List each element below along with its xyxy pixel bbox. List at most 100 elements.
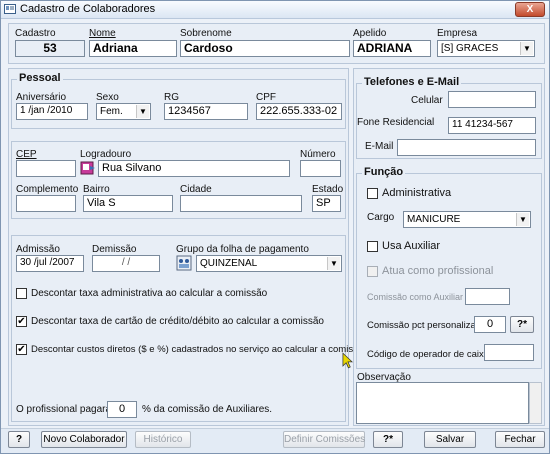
codigo-field[interactable] (484, 344, 534, 361)
nome-label-text: Nome (89, 28, 116, 39)
demissao-field[interactable]: / / (92, 255, 160, 272)
comissao-aux-label: Comissão como Auxiliar (367, 292, 464, 302)
telefones-title: Telefones e E-Mail (362, 76, 462, 88)
bairro-label: Bairro (83, 184, 110, 195)
cidade-label: Cidade (180, 184, 212, 195)
historico-button[interactable]: Histórico (135, 431, 191, 448)
chk-administrativa[interactable] (367, 188, 378, 199)
fone-label: Fone Residencial (357, 117, 435, 128)
cidade-field[interactable] (180, 195, 302, 212)
admissao-label: Admissão (16, 244, 60, 255)
chk-custos-diretos[interactable]: ✔ (16, 344, 27, 355)
help-button[interactable]: ? (8, 431, 30, 448)
cargo-value: MANICURE (407, 214, 461, 225)
estado-label: Estado (312, 184, 344, 195)
app-icon (4, 4, 16, 14)
title-bar: Cadastro de Colaboradores X (1, 1, 549, 19)
sexo-label: Sexo (96, 92, 119, 103)
comissao-help-button[interactable]: ?* (510, 316, 534, 333)
grupo-select[interactable]: QUINZENAL ▼ (196, 255, 342, 272)
chevron-down-icon[interactable]: ▼ (516, 213, 529, 226)
aniversario-label: Aniversário (16, 92, 67, 103)
celular-field[interactable] (448, 91, 536, 108)
numero-field[interactable] (300, 160, 341, 177)
telefones-group: Telefones e E-Mail Celular Fone Residenc… (356, 76, 542, 159)
comissao-pct-label: Comissão pct personalizado (367, 320, 487, 331)
nome-label: Nome (89, 28, 116, 39)
observacao-field[interactable] (356, 382, 529, 424)
rg-field[interactable]: 1234567 (164, 103, 248, 120)
grupo-value: QUINZENAL (200, 258, 258, 269)
empresa-select[interactable]: [S] GRACES ▼ (437, 40, 535, 57)
cadastro-label: Cadastro (15, 28, 56, 39)
rg-label: RG (164, 92, 179, 103)
funcao-group: Função Administrativa Cargo MANICURE ▼ Us… (356, 166, 542, 369)
contrato-group: Admissão 30 /jul /2007 Demissão / / Grup… (11, 235, 368, 422)
definir-comissoes-button[interactable]: Definir Comissões (283, 431, 365, 448)
funcao-title: Função (362, 166, 406, 178)
chk-taxa-administrativa-label: Descontar taxa administrativa ao calcula… (31, 288, 268, 299)
complemento-field[interactable] (16, 195, 76, 212)
chk-atua-profissional-label: Atua como profissional (382, 265, 494, 277)
empresa-label: Empresa (437, 28, 478, 39)
cargo-label: Cargo (367, 212, 395, 223)
complemento-label: Complemento (16, 184, 79, 195)
celular-label: Celular (411, 95, 443, 106)
pagara-suffix: % da comissão de Auxiliares. (142, 404, 273, 415)
cep-label-text: CEP (16, 149, 37, 160)
demissao-label: Demissão (92, 244, 137, 255)
endereco-group: CEP Logradouro Rua Silvano Número Comple… (11, 141, 346, 219)
mouse-cursor-icon (342, 352, 353, 369)
empresa-value: [S] GRACES (441, 43, 499, 54)
grupo-label: Grupo da folha de pagamento (176, 244, 309, 255)
chevron-down-icon[interactable]: ▼ (136, 105, 149, 118)
pessoal-title: Pessoal (17, 72, 63, 84)
nome-field[interactable]: Adriana (89, 40, 177, 57)
aniversario-field[interactable]: 1 /jan /2010 (16, 103, 88, 120)
sexo-value: Fem. (100, 106, 123, 117)
pessoal-group: Pessoal Aniversário 1 /jan /2010 Sexo Fe… (11, 72, 346, 129)
chk-administrativa-label: Administrativa (382, 187, 452, 199)
admissao-field[interactable]: 30 /jul /2007 (16, 255, 84, 272)
sexo-select[interactable]: Fem. ▼ (96, 103, 151, 120)
logradouro-field[interactable]: Rua Silvano (98, 160, 290, 177)
cpf-field[interactable]: 222.655.333-02 (256, 103, 342, 120)
observacao-scrollbar[interactable] (529, 382, 542, 424)
email-label: E-Mail (365, 141, 394, 152)
sobrenome-field[interactable]: Cardoso (180, 40, 350, 57)
logradouro-label: Logradouro (80, 149, 132, 160)
email-field[interactable] (397, 139, 536, 156)
comissao-aux-field[interactable] (465, 288, 510, 305)
header-panel: Cadastro 53 Nome Adriana Sobrenome Cardo… (8, 23, 545, 64)
chk-taxa-cartao-label: Descontar taxa de cartão de crédito/débi… (31, 316, 324, 327)
help2-button[interactable]: ?* (373, 431, 403, 448)
pagara-field[interactable]: 0 (107, 401, 137, 418)
cep-field[interactable] (16, 160, 76, 177)
salvar-button[interactable]: Salvar (424, 431, 476, 448)
chevron-down-icon[interactable]: ▼ (327, 257, 340, 270)
chk-usa-auxiliar[interactable] (367, 241, 378, 252)
chk-usa-auxiliar-label: Usa Auxiliar (382, 240, 441, 252)
close-button[interactable]: X (515, 2, 545, 17)
novo-colaborador-button[interactable]: Novo Colaborador (41, 431, 127, 448)
pagara-label: O profissional pagará (16, 404, 112, 415)
chk-custos-diretos-label: Descontar custos diretos ($ e %) cadastr… (31, 344, 369, 355)
cargo-select[interactable]: MANICURE ▼ (403, 211, 531, 228)
cpf-label: CPF (256, 92, 276, 103)
bairro-field[interactable]: Vila S (83, 195, 173, 212)
payroll-group-icon[interactable] (176, 255, 192, 271)
address-search-icon[interactable] (80, 160, 96, 176)
cadastro-field: 53 (15, 40, 85, 57)
window: Cadastro de Colaboradores X Cadastro 53 … (0, 0, 550, 454)
chk-taxa-cartao[interactable]: ✔ (16, 316, 27, 327)
chk-atua-profissional[interactable] (367, 266, 378, 277)
comissao-pct-field[interactable]: 0 (474, 316, 506, 333)
chevron-down-icon[interactable]: ▼ (520, 42, 533, 55)
fechar-button[interactable]: Fechar (495, 431, 545, 448)
apelido-field[interactable]: ADRIANA (353, 40, 431, 57)
numero-label: Número (300, 149, 336, 160)
sobrenome-label: Sobrenome (180, 28, 232, 39)
fone-field[interactable]: 11 41234-567 (448, 117, 536, 134)
estado-field[interactable]: SP (312, 195, 341, 212)
chk-taxa-administrativa[interactable] (16, 288, 27, 299)
